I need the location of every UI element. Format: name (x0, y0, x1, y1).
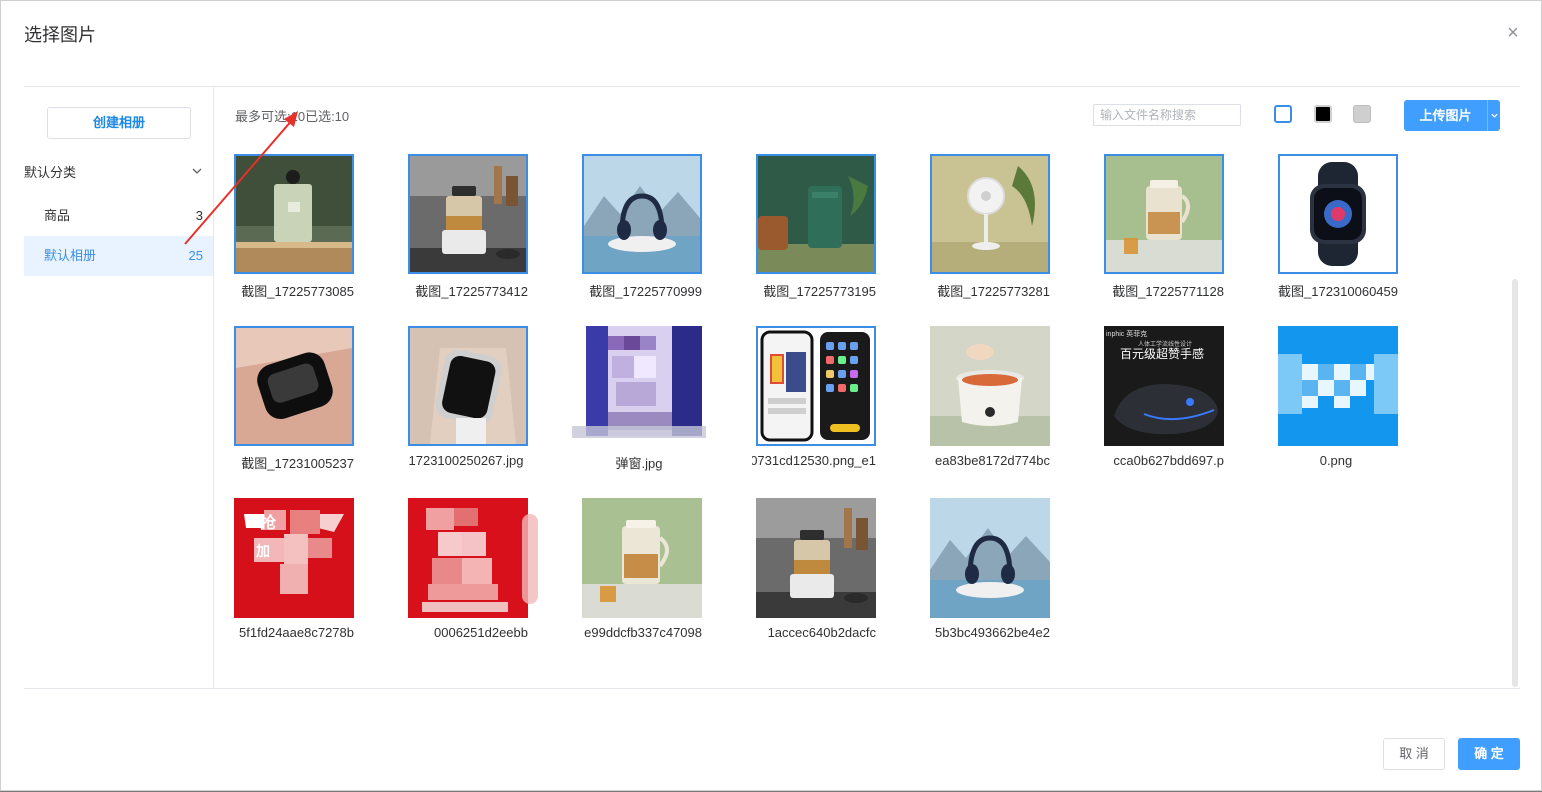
image-thumbnail (1278, 154, 1398, 274)
bg-gray-swatch[interactable] (1353, 105, 1371, 123)
image-thumbnail (408, 154, 528, 274)
image-thumbnail (408, 498, 538, 618)
image-filename: 截图_172310060459 (1278, 284, 1398, 299)
image-tile[interactable]: 截图_17225773412 (408, 154, 528, 299)
image-filename: 截图_17225771128 (1112, 284, 1224, 299)
image-filename: 5b3bc493662be4e2 (935, 625, 1050, 640)
image-tile[interactable]: 0006251d2eebb (408, 498, 538, 640)
image-thumbnail (756, 498, 876, 618)
image-thumbnail (582, 498, 702, 618)
image-filename: ea83be8172d774bc (935, 453, 1050, 468)
select-image-dialog: 选择图片 × 创建相册 默认分类 商品 3 默认相册 25 最多可选:10已选:… (0, 0, 1542, 791)
selection-limit-text: 最多可选:10已选:10 (235, 109, 350, 124)
bg-black-swatch[interactable] (1314, 105, 1332, 123)
chevron-down-icon (191, 161, 203, 185)
image-tile[interactable]: 截图_172310060459 (1278, 154, 1398, 299)
image-thumbnail (234, 326, 354, 446)
mouse-headline-text: 百元级超赞手感 (1120, 346, 1204, 361)
image-filename: 截图_17231005237 (241, 456, 354, 471)
image-thumbnail (756, 326, 876, 446)
dialog-title: 选择图片 (24, 25, 96, 45)
sidebar-divider (213, 87, 214, 688)
image-tile[interactable]: 5b3bc493662be4e2 (930, 498, 1050, 640)
upload-image-button[interactable]: 上传图片 (1404, 100, 1487, 131)
album-name: 商品 (44, 208, 71, 223)
image-thumbnail (234, 154, 354, 274)
category-default[interactable]: 默认分类 (24, 161, 209, 185)
image-tile[interactable]: 0731cd12530.png_e1 (752, 326, 876, 468)
image-filename: 弹窗.jpg (615, 456, 663, 471)
image-tile[interactable]: 截图_17225773085 (234, 154, 354, 299)
image-thumbnail (930, 326, 1050, 446)
bg-white-swatch[interactable] (1274, 105, 1292, 123)
album-item-goods[interactable]: 商品 3 (24, 196, 213, 236)
search-input[interactable] (1093, 104, 1241, 126)
footer-divider (24, 688, 1520, 689)
cancel-button[interactable]: 取 消 (1383, 738, 1445, 770)
create-album-button[interactable]: 创建相册 (47, 107, 191, 139)
image-thumbnail (572, 316, 706, 450)
image-filename: 截图_17225773412 (415, 284, 528, 299)
image-filename: 5f1fd24aae8c7278b (239, 625, 354, 640)
image-tile[interactable]: 0.png (1278, 326, 1398, 468)
grid-scrollbar[interactable] (1512, 279, 1518, 687)
image-tile[interactable]: inphic 英菲克 人体工学流线性设计 百元级超赞手感 cca0b627bdd… (1104, 326, 1224, 468)
image-tile[interactable]: ea83be8172d774bc (930, 326, 1050, 468)
image-filename: 截图_17225770999 (589, 284, 702, 299)
album-name: 默认相册 (44, 248, 97, 263)
image-filename: 0006251d2eebb (434, 625, 528, 640)
image-tile[interactable]: 1723100250267.jpg (408, 326, 528, 468)
image-tile[interactable]: 截图_17231005237 (234, 326, 354, 471)
image-thumbnail (1278, 326, 1398, 446)
image-filename: 1723100250267.jpg (408, 453, 524, 468)
image-tile[interactable]: 截图_17225771128 (1104, 154, 1224, 299)
image-filename: 0731cd12530.png_e1 (752, 453, 876, 468)
album-count: 3 (195, 208, 203, 223)
image-thumbnail (1104, 154, 1224, 274)
close-icon[interactable]: × (1503, 23, 1523, 43)
header-divider (24, 86, 1520, 87)
image-filename: 截图_17225773195 (763, 284, 876, 299)
image-thumbnail (930, 498, 1050, 618)
image-filename: e99ddcfb337c47098 (584, 625, 702, 640)
promo-text-1: 抢 (260, 513, 277, 532)
album-count: 25 (188, 248, 203, 263)
image-tile[interactable]: 截图_17225773195 (756, 154, 876, 299)
image-tile[interactable]: e99ddcfb337c47098 (582, 498, 702, 640)
image-tile[interactable]: 1accec640b2dacfc (756, 498, 876, 640)
image-filename: 截图_17225773085 (241, 284, 354, 299)
confirm-button[interactable]: 确 定 (1458, 738, 1520, 770)
image-thumbnail (408, 326, 528, 446)
image-filename: 0.png (1319, 453, 1353, 468)
image-thumbnail (582, 154, 702, 274)
image-tile[interactable]: 弹窗.jpg (572, 316, 706, 471)
upload-dropdown-toggle[interactable] (1487, 100, 1500, 131)
image-thumbnail (930, 154, 1050, 274)
image-thumbnail: inphic 英菲克 人体工学流线性设计 百元级超赞手感 (1104, 326, 1224, 446)
image-tile[interactable]: 截图_17225773281 (930, 154, 1050, 299)
promo-text-2: 加 (255, 544, 270, 560)
mouse-brand-text: inphic 英菲克 (1106, 329, 1147, 338)
image-tile[interactable]: 抢 加 5f1fd24aae8c7278b (234, 498, 354, 640)
image-filename: 截图_17225773281 (937, 284, 1050, 299)
image-filename: 1accec640b2dacfc (767, 625, 876, 640)
image-tile[interactable]: 截图_17225770999 (582, 154, 702, 299)
category-label: 默认分类 (24, 165, 77, 180)
chevron-down-icon (1490, 113, 1498, 118)
album-item-default[interactable]: 默认相册 25 (24, 236, 213, 276)
image-thumbnail (756, 154, 876, 274)
image-filename: cca0b627bdd697.p (1113, 453, 1224, 468)
image-thumbnail: 抢 加 (234, 498, 354, 618)
